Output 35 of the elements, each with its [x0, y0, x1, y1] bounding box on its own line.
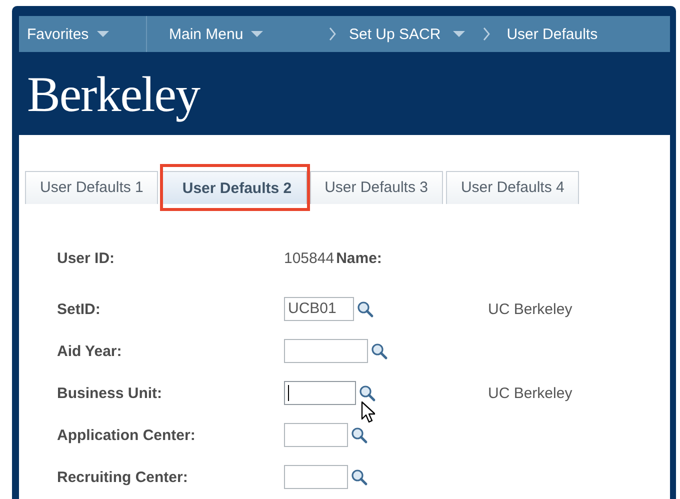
- nav-menu-item[interactable]: Favorites: [27, 26, 89, 42]
- search-icon[interactable]: [351, 468, 368, 486]
- field-label: Aid Year:: [57, 342, 123, 360]
- field-description: UC Berkeley: [488, 384, 572, 402]
- input-field[interactable]: UCB01: [284, 297, 354, 321]
- input-field[interactable]: [284, 381, 356, 405]
- nav-menu-item[interactable]: Main Menu: [169, 26, 244, 42]
- input-field[interactable]: [284, 339, 368, 363]
- chevron-icon: [329, 27, 337, 41]
- field-label: Recruiting Center:: [57, 468, 189, 486]
- tab[interactable]: User Defaults 2: [161, 171, 307, 204]
- nav-menu-item[interactable]: Set Up SACR: [349, 26, 441, 42]
- search-icon[interactable]: [357, 300, 374, 318]
- search-icon[interactable]: [351, 426, 368, 444]
- input-field[interactable]: [284, 423, 348, 447]
- tab[interactable]: User Defaults 4: [446, 171, 580, 204]
- search-icon[interactable]: [371, 342, 388, 360]
- chevron-icon: [482, 27, 491, 41]
- field-label: SetID:: [57, 300, 102, 318]
- mouse-pointer-icon: [361, 401, 375, 423]
- field-label: User ID:: [57, 250, 116, 266]
- dropdown-caret-icon: [452, 30, 465, 38]
- tab[interactable]: User Defaults 3: [310, 171, 443, 204]
- field-value: 105844: [284, 250, 334, 266]
- field-label: Name:: [336, 250, 382, 266]
- logo: Berkeley: [27, 64, 200, 122]
- field-description: UC Berkeley: [488, 300, 572, 318]
- input-field[interactable]: [284, 465, 348, 489]
- field-label: Application Center:: [57, 426, 196, 444]
- nav-menu-item[interactable]: User Defaults: [506, 26, 598, 42]
- search-icon[interactable]: [359, 384, 376, 402]
- dropdown-caret-icon: [251, 30, 264, 38]
- tab[interactable]: User Defaults 1: [25, 171, 158, 204]
- field-label: Business Unit:: [57, 384, 164, 402]
- dropdown-caret-icon: [96, 30, 109, 38]
